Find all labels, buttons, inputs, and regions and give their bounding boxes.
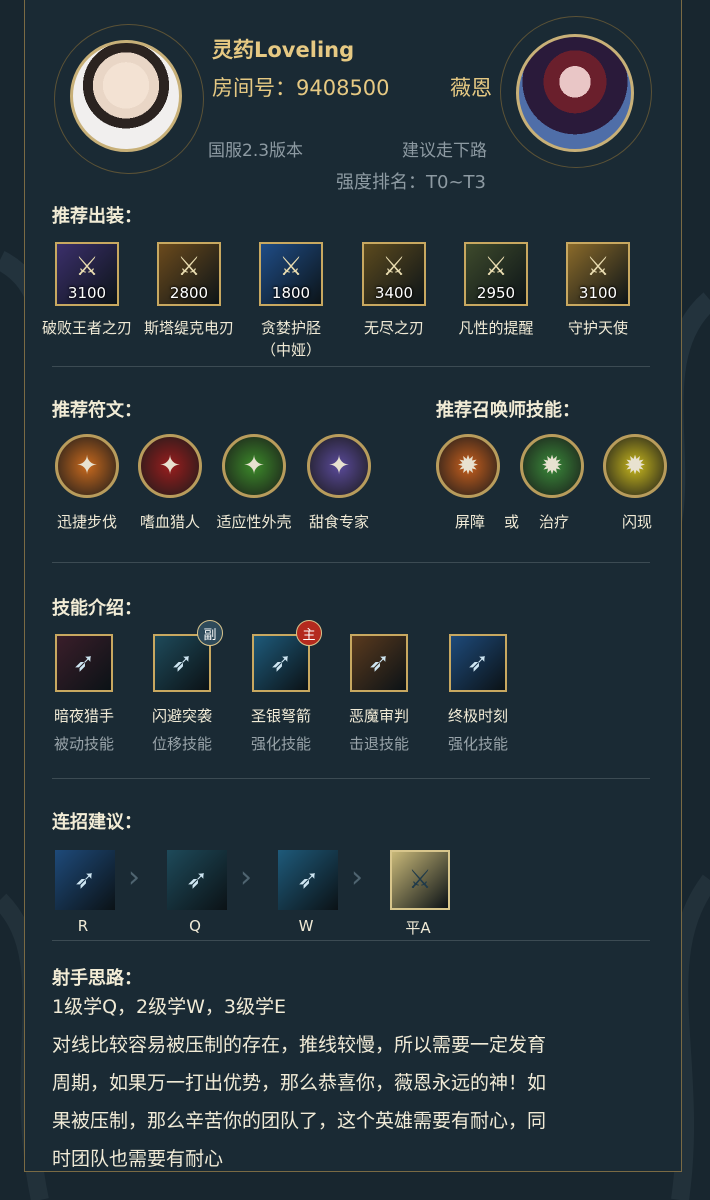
skill-name: 圣银弩箭 [250, 707, 312, 725]
skill-name: 闪避突袭 [151, 707, 213, 725]
ravenous-hunter-icon[interactable]: ✦ [138, 434, 202, 498]
player-avatar [70, 40, 182, 152]
combo-heading: 连招建议： [52, 812, 142, 833]
flash-icon[interactable]: ✹ [603, 434, 667, 498]
skill-name: 恶魔审判 [348, 707, 410, 725]
spells-heading: 推荐召唤师技能： [436, 400, 580, 421]
item-glyph: ⚔ [484, 252, 508, 282]
skill-name: 暗夜猎手 [53, 707, 115, 725]
skills-heading: 技能介绍： [52, 598, 142, 619]
item-price: 2950 [476, 284, 516, 302]
combo-key-label: R [77, 917, 89, 935]
ruined-king-icon[interactable]: ⚔ 3100 [55, 242, 119, 306]
player-name: 灵药Loveling [212, 38, 355, 62]
tips-paragraph-line: 时团队也需要有耐心 [52, 1148, 224, 1170]
heal-icon[interactable]: ✹ [520, 434, 584, 498]
item-glyph: ⚔ [75, 252, 99, 282]
skill-order-text: 1级学Q，2级学W，3级学E [52, 996, 287, 1018]
skill-type: 击退技能 [348, 735, 410, 753]
item-glyph: ⚔ [382, 252, 406, 282]
combo-key-label: 平A [405, 919, 431, 937]
skill-type: 强化技能 [447, 735, 509, 753]
tumble-icon[interactable]: ➶ [167, 850, 227, 910]
item-price: 3100 [578, 284, 618, 302]
skill-name: 终极时刻 [447, 707, 509, 725]
item-name: 守护天使 [567, 319, 629, 337]
condemn-icon[interactable]: ➶ [350, 634, 408, 692]
tips-paragraph-line: 周期，如果万一打出优势，那么恭喜你，薇恩永远的神！如 [52, 1072, 547, 1094]
divider [52, 562, 650, 563]
spell-name: 屏障 [454, 513, 486, 531]
rune-name: 适应性外壳 [216, 513, 292, 531]
final-hour-icon[interactable]: ➶ [449, 634, 507, 692]
skill-type: 位移技能 [151, 735, 213, 753]
item-price: 3100 [67, 284, 107, 302]
item-name-note: （中娅） [260, 341, 322, 359]
room-number: 房间号：9408500 [212, 76, 390, 100]
chevron-right-icon: › [128, 860, 140, 895]
skill-badge: 主 [296, 620, 322, 646]
skill-badge: 副 [197, 620, 223, 646]
silver-bolts-icon[interactable]: ➶ [278, 850, 338, 910]
tips-paragraph-line: 对线比较容易被压制的存在，推线较慢，所以需要一定发育 [52, 1034, 547, 1056]
chevron-right-icon: › [351, 860, 363, 895]
rune-name: 甜食专家 [308, 513, 370, 531]
rune-name: 迅捷步伐 [56, 513, 118, 531]
item-name: 贪婪护胫 [260, 319, 322, 337]
barrier-icon[interactable]: ✹ [436, 434, 500, 498]
boots-icon[interactable]: ⚔ 1800 [259, 242, 323, 306]
runes-heading: 推荐符文： [52, 400, 142, 421]
item-name: 凡性的提醒 [458, 319, 534, 337]
item-glyph: ⚔ [586, 252, 610, 282]
tier-text: 强度排名：T0~T3 [336, 172, 486, 193]
item-price: 1800 [271, 284, 311, 302]
skill-type: 被动技能 [53, 735, 115, 753]
item-name: 斯塔缇克电刃 [143, 319, 235, 337]
tips-paragraph-line: 果被压制，那么辛苦你的团队了，这个英雄需要有耐心，同 [52, 1110, 547, 1132]
item-name: 无尽之刃 [363, 319, 425, 337]
divider [52, 778, 650, 779]
divider [52, 366, 650, 367]
item-name: 破败王者之刃 [41, 319, 133, 337]
spell-name: 闪现 [621, 513, 653, 531]
sweet-tooth-icon[interactable]: ✦ [307, 434, 371, 498]
combo-key-label: Q [189, 917, 201, 935]
lane-text: 建议走下路 [402, 141, 487, 161]
final-hour-icon[interactable]: ➶ [55, 850, 115, 910]
divider [52, 940, 650, 941]
fleet-footwork-icon[interactable]: ✦ [55, 434, 119, 498]
item-glyph: ⚔ [177, 252, 201, 282]
tips-heading: 射手思路： [52, 968, 142, 989]
combo-key-label: W [298, 917, 314, 935]
basic-attack-icon[interactable]: ⚔ [390, 850, 450, 910]
rune-name: 嗜血猎人 [139, 513, 201, 531]
item-price: 3400 [374, 284, 414, 302]
chevron-right-icon: › [240, 860, 252, 895]
adaptive-shell-icon[interactable]: ✦ [222, 434, 286, 498]
guardian-angel-icon[interactable]: ⚔ 3100 [566, 242, 630, 306]
items-heading: 推荐出装： [52, 206, 142, 227]
version-text: 国服2.3版本 [208, 141, 304, 161]
item-price: 2800 [169, 284, 209, 302]
spell-name: 治疗 [538, 513, 570, 531]
item-glyph: ⚔ [279, 252, 303, 282]
mortal-reminder-icon[interactable]: ⚔ 2950 [464, 242, 528, 306]
or-label: 或 [504, 513, 520, 531]
night-hunter-icon[interactable]: ➶ [55, 634, 113, 692]
infinity-edge-icon[interactable]: ⚔ 3400 [362, 242, 426, 306]
hero-avatar [516, 34, 634, 152]
skill-type: 强化技能 [250, 735, 312, 753]
statikk-shiv-icon[interactable]: ⚔ 2800 [157, 242, 221, 306]
hero-name: 薇恩 [450, 76, 492, 100]
